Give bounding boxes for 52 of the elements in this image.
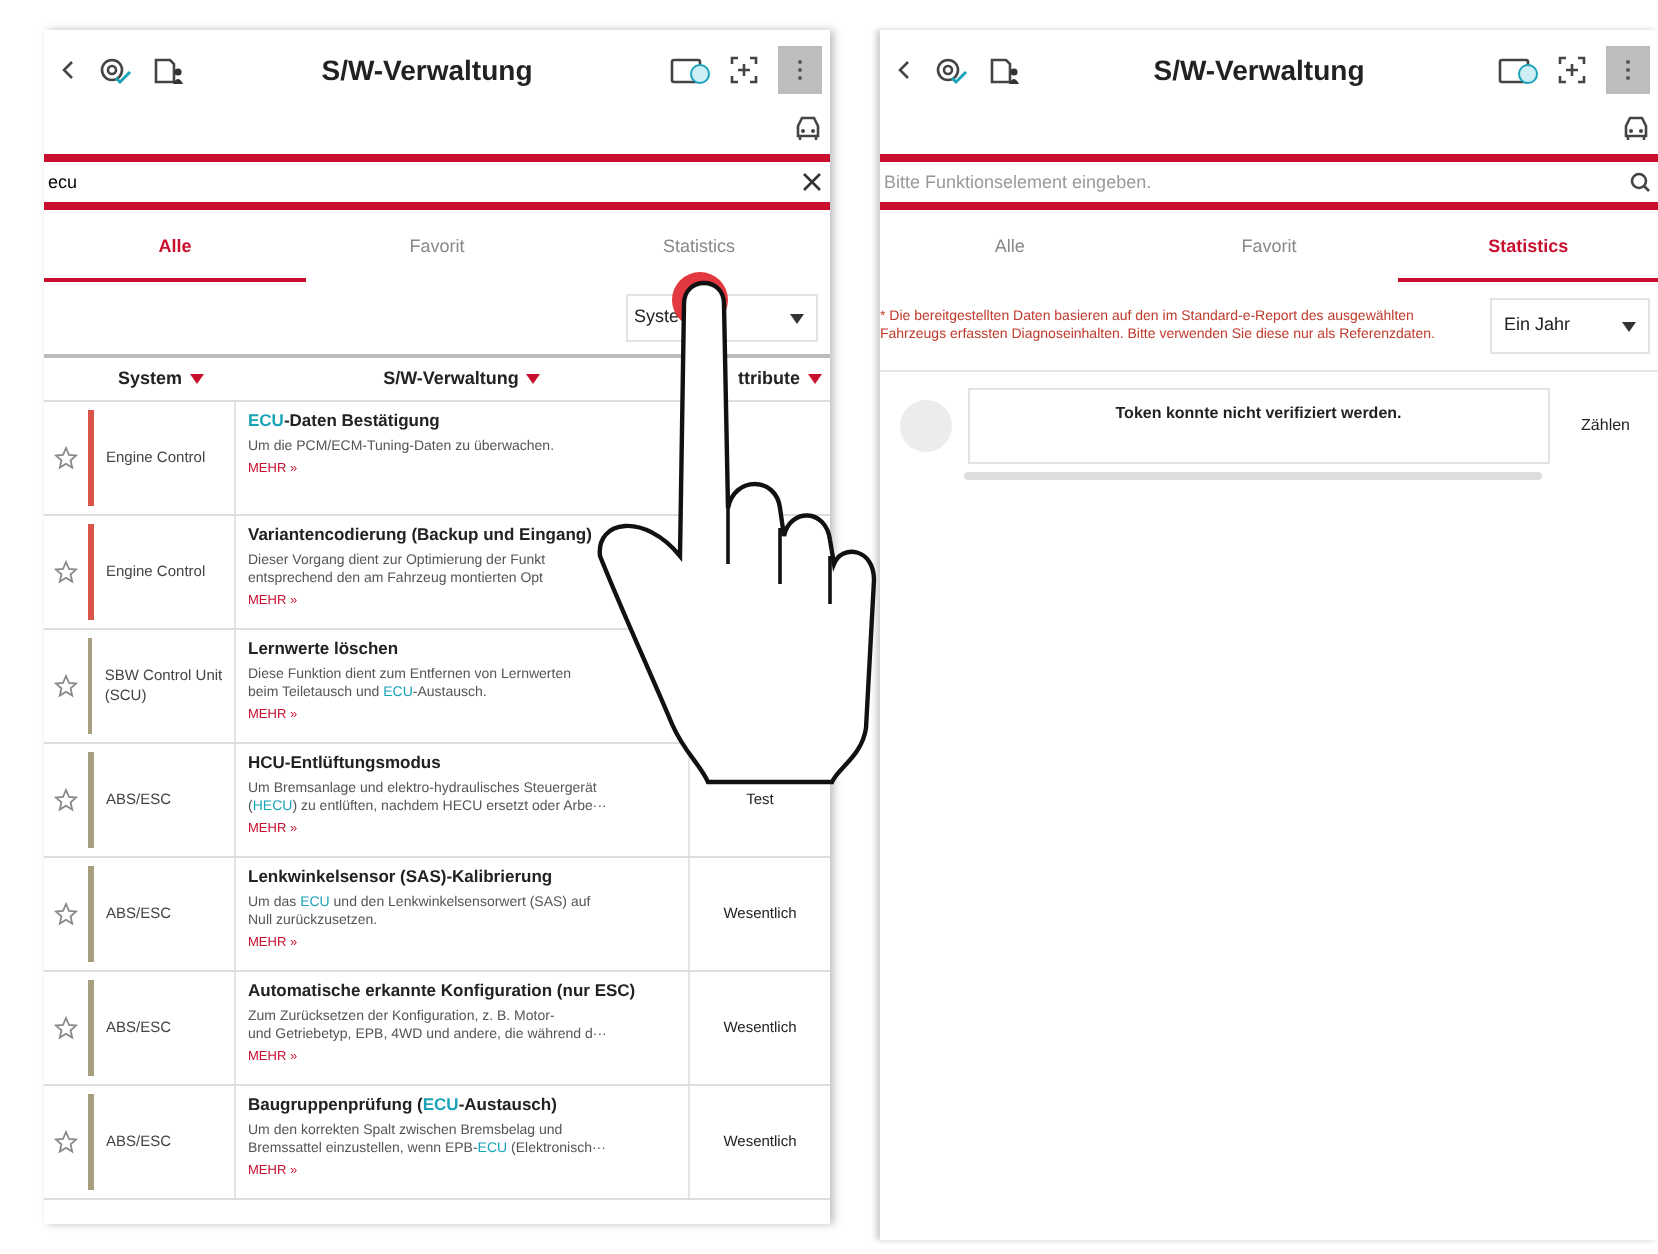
search-field[interactable]: Bitte Funktionselement eingeben. bbox=[880, 162, 1630, 202]
scan-icon[interactable] bbox=[1558, 56, 1586, 84]
car-icon[interactable] bbox=[1622, 114, 1650, 142]
tab[interactable]: Statistics bbox=[568, 218, 830, 282]
back-icon[interactable] bbox=[60, 58, 76, 82]
count-label: Zählen bbox=[1579, 414, 1632, 438]
function-title: Lernwerte löschen bbox=[248, 636, 401, 662]
function-title: ECU-Daten Bestätigung bbox=[248, 408, 442, 434]
error-message: Token konnte nicht verifiziert werden. bbox=[1115, 402, 1402, 426]
clear-icon[interactable] bbox=[802, 172, 822, 192]
back-icon[interactable] bbox=[896, 58, 912, 82]
gear-check-icon[interactable] bbox=[932, 54, 968, 86]
scan-icon[interactable] bbox=[730, 56, 758, 84]
tab[interactable]: Favorit bbox=[1139, 218, 1399, 282]
screen-title: S/W-Verwaltung bbox=[1151, 51, 1367, 90]
star-icon[interactable] bbox=[54, 446, 78, 470]
tab[interactable]: Statistics bbox=[1398, 218, 1658, 282]
more-icon bbox=[1624, 58, 1632, 82]
column-header[interactable]: ttribute bbox=[738, 365, 800, 393]
sort-icon[interactable] bbox=[526, 374, 541, 384]
star-icon[interactable] bbox=[54, 674, 78, 698]
tab[interactable]: Alle bbox=[44, 218, 306, 282]
card-icon[interactable] bbox=[670, 54, 710, 86]
function-title: HCU-Entlüftungsmodus bbox=[248, 750, 443, 776]
function-title: Baugruppenprüfung (ECU-Austausch) bbox=[248, 1092, 559, 1118]
screen-title: S/W-Verwaltung bbox=[319, 51, 535, 90]
tab[interactable]: Favorit bbox=[306, 218, 568, 282]
column-header[interactable]: S/W-Verwaltung bbox=[383, 365, 519, 393]
caret-icon bbox=[1622, 321, 1636, 331]
search-icon[interactable] bbox=[1630, 172, 1650, 192]
star-icon[interactable] bbox=[54, 788, 78, 812]
tab[interactable]: Alle bbox=[880, 218, 1140, 282]
caret-icon bbox=[790, 313, 804, 323]
star-icon[interactable] bbox=[54, 1016, 78, 1040]
car-icon[interactable] bbox=[794, 114, 822, 142]
search-field[interactable]: ecu bbox=[44, 162, 802, 202]
function-title: Variantencodierung (Backup und Eingang) bbox=[248, 522, 594, 548]
more-icon bbox=[796, 58, 804, 82]
sort-icon[interactable] bbox=[190, 374, 205, 384]
gear-check-icon[interactable] bbox=[96, 54, 132, 86]
column-header[interactable]: System bbox=[117, 365, 183, 393]
card-icon[interactable] bbox=[1498, 54, 1538, 86]
star-icon[interactable] bbox=[54, 1130, 78, 1154]
sort-icon[interactable] bbox=[808, 374, 822, 384]
document-person-icon[interactable] bbox=[152, 54, 184, 86]
horizontal-scrollbar[interactable] bbox=[964, 472, 1542, 480]
period-dropdown[interactable]: Ein Jahr bbox=[1490, 298, 1650, 354]
star-icon[interactable] bbox=[54, 902, 78, 926]
function-title: Automatische erkannte Konfiguration (nur ESC) bbox=[248, 978, 638, 1004]
function-title: Lenkwinkelsensor (SAS)-Kalibrierung bbox=[248, 864, 555, 890]
document-person-icon[interactable] bbox=[988, 54, 1020, 86]
star-icon[interactable] bbox=[54, 560, 78, 584]
